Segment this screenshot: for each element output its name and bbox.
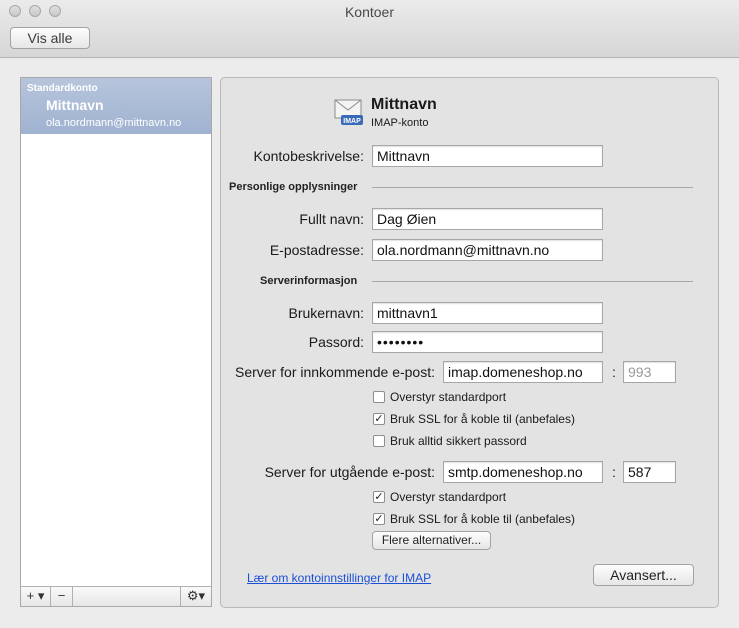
add-account-button[interactable]: + ▾ — [21, 587, 51, 606]
imap-badge: IMAP — [343, 118, 361, 125]
account-list-item-selected[interactable]: Standardkonto Mittnavn ola.nordmann@mitt… — [21, 78, 211, 134]
incoming-ssl-checkbox[interactable]: ✓ — [373, 413, 385, 425]
incoming-server-label: Server for innkommende e-post: — [235, 364, 435, 380]
personal-divider — [372, 187, 693, 188]
description-field[interactable]: Mittnavn — [372, 145, 603, 167]
window-title: Kontoer — [344, 4, 395, 20]
outgoing-port-colon: : — [612, 464, 616, 480]
secure-password-checkbox[interactable] — [373, 435, 385, 447]
outgoing-server-label: Server for utgående e-post: — [264, 464, 435, 480]
account-title: Mittnavn — [371, 96, 437, 113]
username-label: Brukernavn: — [288, 305, 364, 321]
outgoing-ssl-checkbox[interactable]: ✓ — [373, 513, 385, 525]
password-field[interactable]: •••••••• — [372, 331, 603, 353]
password-label: Passord: — [308, 334, 364, 350]
account-group-label: Standardkonto — [27, 83, 98, 94]
show-all-button[interactable]: Vis alle — [10, 27, 90, 49]
advanced-button[interactable]: Avansert... — [593, 564, 694, 586]
incoming-port-field[interactable]: 993 — [623, 361, 676, 383]
account-list: Standardkonto Mittnavn ola.nordmann@mitt… — [20, 77, 212, 607]
server-divider — [372, 281, 693, 282]
more-options-button[interactable]: Flere alternativer... — [372, 531, 491, 550]
gear-icon[interactable]: ⚙▾ — [180, 587, 211, 606]
account-type: IMAP-konto — [371, 117, 429, 129]
remove-account-button[interactable]: − — [51, 587, 73, 606]
envelope-icon: IMAP — [334, 99, 363, 125]
username-field[interactable]: mittnavn1 — [372, 302, 603, 324]
email-field[interactable]: ola.nordmann@mittnavn.no — [372, 239, 603, 261]
personal-section-label: Personlige opplysninger — [229, 181, 358, 193]
incoming-port-colon: : — [612, 364, 616, 380]
fullname-field[interactable]: Dag Øien — [372, 208, 603, 230]
incoming-ssl-label: Bruk SSL for å koble til (anbefales) — [390, 412, 575, 426]
server-section-label: Serverinformasjon — [260, 275, 358, 287]
incoming-override-label: Overstyr standardport — [390, 390, 507, 404]
outgoing-ssl-label: Bruk SSL for å koble til (anbefales) — [390, 512, 575, 526]
outgoing-port-field[interactable]: 587 — [623, 461, 676, 483]
outgoing-override-label: Overstyr standardport — [390, 490, 507, 504]
account-list-toolbar: + ▾ − ⚙▾ — [21, 586, 211, 606]
account-list-email: ola.nordmann@mittnavn.no — [46, 117, 182, 129]
incoming-server-field[interactable]: imap.domeneshop.no — [443, 361, 603, 383]
outgoing-server-field[interactable]: smtp.domeneshop.no — [443, 461, 603, 483]
incoming-override-checkbox[interactable] — [373, 391, 385, 403]
imap-help-link[interactable]: Lær om kontoinnstillinger for IMAP — [247, 571, 431, 585]
title-bar: Kontoer Vis alle — [0, 0, 739, 58]
secure-password-label: Bruk alltid sikkert passord — [390, 434, 527, 448]
fullname-label: Fullt navn: — [299, 211, 364, 227]
email-label: E-postadresse: — [269, 242, 364, 258]
account-detail-panel: IMAP Mittnavn IMAP-konto Kontobeskrivels… — [220, 77, 719, 608]
description-label: Kontobeskrivelse: — [253, 148, 364, 164]
outgoing-override-checkbox[interactable]: ✓ — [373, 491, 385, 503]
account-list-name: Mittnavn — [46, 97, 104, 113]
